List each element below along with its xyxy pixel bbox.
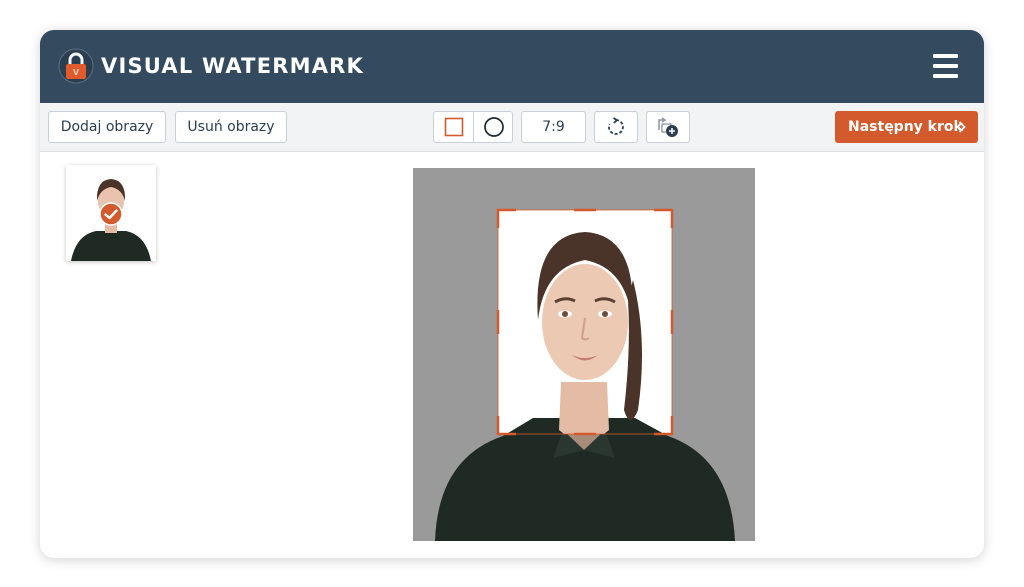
- rotate-icon: [608, 117, 624, 135]
- chevron-right-icon: [958, 121, 966, 133]
- svg-text:V: V: [73, 68, 80, 77]
- add-images-button[interactable]: Dodaj obrazy: [48, 111, 166, 143]
- crop-shape-toggle: [433, 111, 513, 143]
- app-header: V VISUAL WATERMARK: [40, 30, 984, 103]
- remove-images-button[interactable]: Usuń obrazy: [175, 111, 287, 143]
- next-step-label: Następny krok: [848, 119, 963, 135]
- next-step-button[interactable]: Następny krok: [835, 111, 978, 143]
- brand-title: VISUAL WATERMARK: [101, 54, 365, 78]
- rotate-button[interactable]: [594, 111, 638, 143]
- portrait-thumbnail[interactable]: [66, 165, 156, 261]
- hamburger-menu-icon[interactable]: [933, 54, 958, 78]
- toolbar: Dodaj obrazy Usuń obrazy 7:9 Następny kr…: [40, 103, 984, 152]
- rotate-images-icon: [658, 117, 678, 137]
- padlock-logo-icon: V: [58, 48, 94, 84]
- square-crop-icon[interactable]: [434, 112, 473, 142]
- check-badge-icon: [99, 202, 123, 226]
- crop-frame-handles: [496, 208, 674, 436]
- aspect-ratio-button[interactable]: 7:9: [521, 111, 586, 143]
- image-editor-canvas: [413, 168, 755, 541]
- app-window: V VISUAL WATERMARK Dodaj obrazy Usuń obr…: [40, 30, 984, 558]
- circle-crop-icon[interactable]: [474, 112, 513, 142]
- rotate-images-button[interactable]: [646, 111, 690, 143]
